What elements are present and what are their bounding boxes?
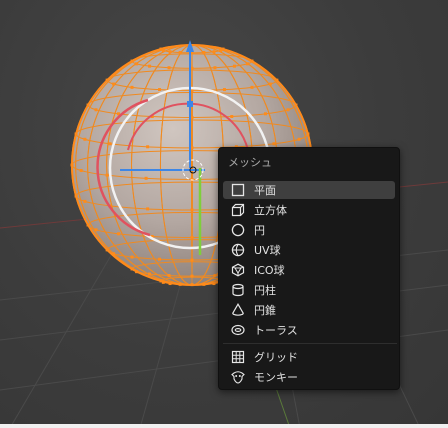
circle-icon [230,222,246,238]
menu-item-label: 円錐 [254,304,276,317]
menu-item-uv-sphere[interactable]: UV球 [223,241,395,259]
menu-item-label: UV球 [254,244,281,257]
menu-separator [223,343,397,344]
menu-item-cylinder[interactable]: 円柱 [223,281,395,299]
torus-icon [230,322,246,338]
menu-item-label: グリッド [254,351,298,364]
menu-item-label: ICO球 [254,264,285,277]
menu-item-label: トーラス [254,324,298,337]
cone-icon [230,302,246,318]
uv-sphere-icon [230,242,246,258]
menu-item-cube[interactable]: 立方体 [223,201,395,219]
grid-icon [230,349,246,365]
menu-item-ico-sphere[interactable]: ICO球 [223,261,395,279]
menu-item-label: モンキー [254,371,298,384]
bottom-strip [0,424,448,428]
monkey-icon [230,369,246,385]
add-mesh-menu: メッシュ 平面 立方体 円 UV球 ICO球 円柱 円錐 トーラス グリッド モ… [218,147,400,390]
cylinder-icon [230,282,246,298]
menu-item-grid[interactable]: グリッド [223,348,395,366]
ico-sphere-icon [230,262,246,278]
cube-icon [230,202,246,218]
menu-item-cone[interactable]: 円錐 [223,301,395,319]
menu-item-plane[interactable]: 平面 [223,181,395,199]
menu-item-label: 円 [254,224,265,237]
menu-item-circle[interactable]: 円 [223,221,395,239]
menu-item-label: 平面 [254,184,276,197]
menu-item-label: 円柱 [254,284,276,297]
menu-item-torus[interactable]: トーラス [223,321,395,339]
menu-item-monkey[interactable]: モンキー [223,368,395,386]
menu-item-label: 立方体 [254,204,287,217]
plane-icon [230,182,246,198]
menu-title: メッシュ [228,156,272,169]
